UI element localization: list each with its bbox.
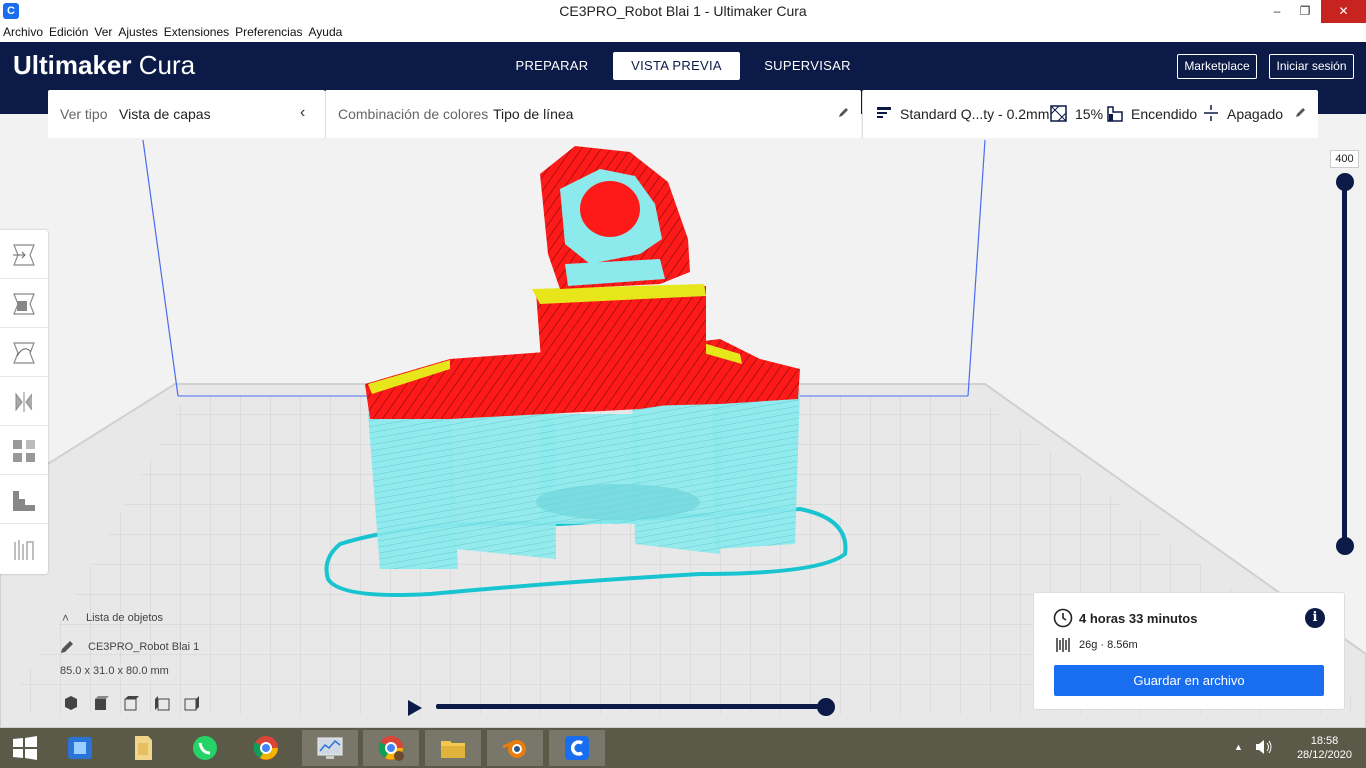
view-type-label: Ver tipo — [60, 106, 108, 122]
object-name[interactable]: CE3PRO_Robot Blai 1 — [88, 641, 288, 653]
move-icon — [13, 244, 35, 266]
per-model-settings-icon — [13, 440, 35, 462]
rotate-icon — [13, 342, 35, 364]
3d-view-icon[interactable] — [65, 696, 77, 710]
profile-icon — [876, 105, 892, 124]
pencil-icon[interactable] — [838, 105, 850, 121]
maximize-button[interactable]: ❐ — [1290, 0, 1320, 23]
color-scheme-label: Combinación de colores — [338, 106, 489, 122]
cura-icon[interactable] — [549, 730, 605, 766]
marketplace-button[interactable]: Marketplace — [1177, 54, 1257, 79]
play-icon — [408, 700, 422, 716]
stage-vista-previa[interactable]: VISTA PREVIA — [613, 52, 740, 80]
blender-icon[interactable] — [487, 730, 543, 766]
custom-support-button[interactable] — [0, 524, 48, 573]
custom-support-icon — [14, 540, 34, 560]
print-time: 4 horas 33 minutos — [1079, 611, 1198, 626]
volume-icon[interactable] — [1255, 739, 1273, 760]
menu-bar: Archivo Edición Ver Ajustes Extensiones Prefe… — [0, 23, 1366, 42]
chevron-left-icon[interactable]: ‹ — [300, 104, 305, 122]
spool-icon — [1055, 637, 1071, 658]
play-simulation-button[interactable] — [406, 699, 424, 722]
layer-number-field[interactable]: 400 — [1330, 150, 1359, 168]
per-model-settings-button[interactable] — [0, 426, 48, 475]
object-dimensions: 85.0 x 31.0 x 80.0 mm — [60, 665, 169, 677]
view-type-panel[interactable]: Ver tipo Vista de capas ‹ — [48, 90, 325, 138]
support-icon — [1107, 104, 1123, 125]
folder-icon[interactable] — [425, 730, 481, 766]
scale-icon — [13, 293, 35, 315]
ultimaker-cura-logo: Ultimaker Cura — [13, 50, 196, 80]
menu-ver[interactable]: Ver — [91, 23, 115, 39]
layer-slider-top-handle[interactable] — [1336, 173, 1354, 191]
menu-extensiones[interactable]: Extensiones — [161, 23, 232, 39]
whatsapp-icon[interactable] — [177, 730, 233, 766]
view-camera-buttons — [64, 695, 214, 713]
minimize-button[interactable]: – — [1262, 0, 1292, 23]
pencil-icon[interactable] — [1295, 105, 1307, 121]
menu-archivo[interactable]: Archivo — [0, 23, 46, 39]
chevron-up-icon[interactable]: ˄ — [62, 611, 74, 625]
tool-toolbar — [0, 230, 48, 574]
move-tool-button[interactable] — [0, 230, 48, 279]
clock-date: 28/12/2020 — [1296, 749, 1352, 761]
menu-preferencias[interactable]: Preferencias — [232, 23, 305, 39]
color-scheme-value[interactable]: Tipo de línea — [493, 106, 573, 122]
support-blocker-icon — [13, 491, 35, 511]
mirror-icon — [15, 392, 33, 412]
object-list-header[interactable]: Lista de objetos — [86, 612, 286, 624]
path-slider-track[interactable] — [436, 704, 828, 709]
scale-tool-button[interactable] — [0, 279, 48, 328]
top-view-icon[interactable] — [124, 696, 139, 711]
tray-chevron-icon[interactable]: ▲ — [1234, 742, 1244, 752]
support-blocker-button[interactable] — [0, 475, 48, 524]
chrome-icon[interactable] — [238, 730, 294, 766]
adhesion-icon — [1203, 104, 1219, 125]
right-view-icon[interactable] — [184, 696, 199, 711]
pencil-icon[interactable] — [60, 640, 74, 657]
file-explorer-icon[interactable] — [115, 730, 171, 766]
view-type-value[interactable]: Vista de capas — [119, 106, 211, 122]
close-button[interactable]: ✕ — [1321, 0, 1366, 23]
print-settings-panel[interactable]: Standard Q...ty - 0.2mm 15% Encendido Ap… — [862, 90, 1318, 138]
infill-value: 15% — [1075, 106, 1104, 122]
print-info-panel: 4 horas 33 minutos i 26g · 8.56m Guardar… — [1033, 592, 1345, 710]
remote-app-icon[interactable] — [52, 730, 108, 766]
layer-slider-bottom-handle[interactable] — [1336, 537, 1354, 555]
signin-button[interactable]: Iniciar sesión — [1269, 54, 1354, 79]
info-icon[interactable]: i — [1305, 608, 1325, 628]
stage-preparar[interactable]: PREPARAR — [503, 52, 601, 80]
start-icon[interactable] — [0, 730, 50, 766]
chrome-profile-icon[interactable] — [363, 730, 419, 766]
layer-slider-track[interactable] — [1342, 182, 1347, 546]
mirror-tool-button[interactable] — [0, 377, 48, 426]
adhesion-value: Apagado — [1227, 106, 1284, 122]
profile-value: Standard Q...ty - 0.2mm — [900, 106, 1050, 122]
stage-supervisar[interactable]: SUPERVISAR — [755, 52, 860, 80]
path-slider-handle[interactable] — [817, 698, 835, 716]
save-to-file-button[interactable]: Guardar en archivo — [1054, 665, 1324, 696]
taskbar-clock[interactable]: 18:58 28/12/2020 — [1297, 734, 1352, 762]
window-titlebar: C CE3PRO_Robot Blai 1 - Ultimaker Cura –… — [0, 0, 1366, 23]
color-scheme-panel[interactable]: Combinación de colores Tipo de línea — [325, 90, 861, 138]
windows-taskbar: ▲ 18:58 28/12/2020 — [0, 728, 1366, 768]
material-usage: 26g · 8.56m — [1079, 639, 1138, 651]
window-title: CE3PRO_Robot Blai 1 - Ultimaker Cura — [559, 3, 807, 19]
monitor-app-icon[interactable] — [302, 730, 358, 766]
menu-ayuda[interactable]: Ayuda — [306, 23, 346, 39]
clock-icon — [1053, 608, 1073, 633]
infill-icon — [1050, 105, 1067, 125]
rotate-tool-button[interactable] — [0, 328, 48, 377]
clock-time: 18:58 — [1310, 735, 1339, 747]
left-view-icon[interactable] — [155, 696, 170, 711]
support-value: Encendido — [1131, 106, 1198, 122]
menu-edicion[interactable]: Edición — [46, 23, 91, 39]
front-view-icon[interactable] — [95, 696, 109, 710]
menu-ajustes[interactable]: Ajustes — [115, 23, 160, 39]
